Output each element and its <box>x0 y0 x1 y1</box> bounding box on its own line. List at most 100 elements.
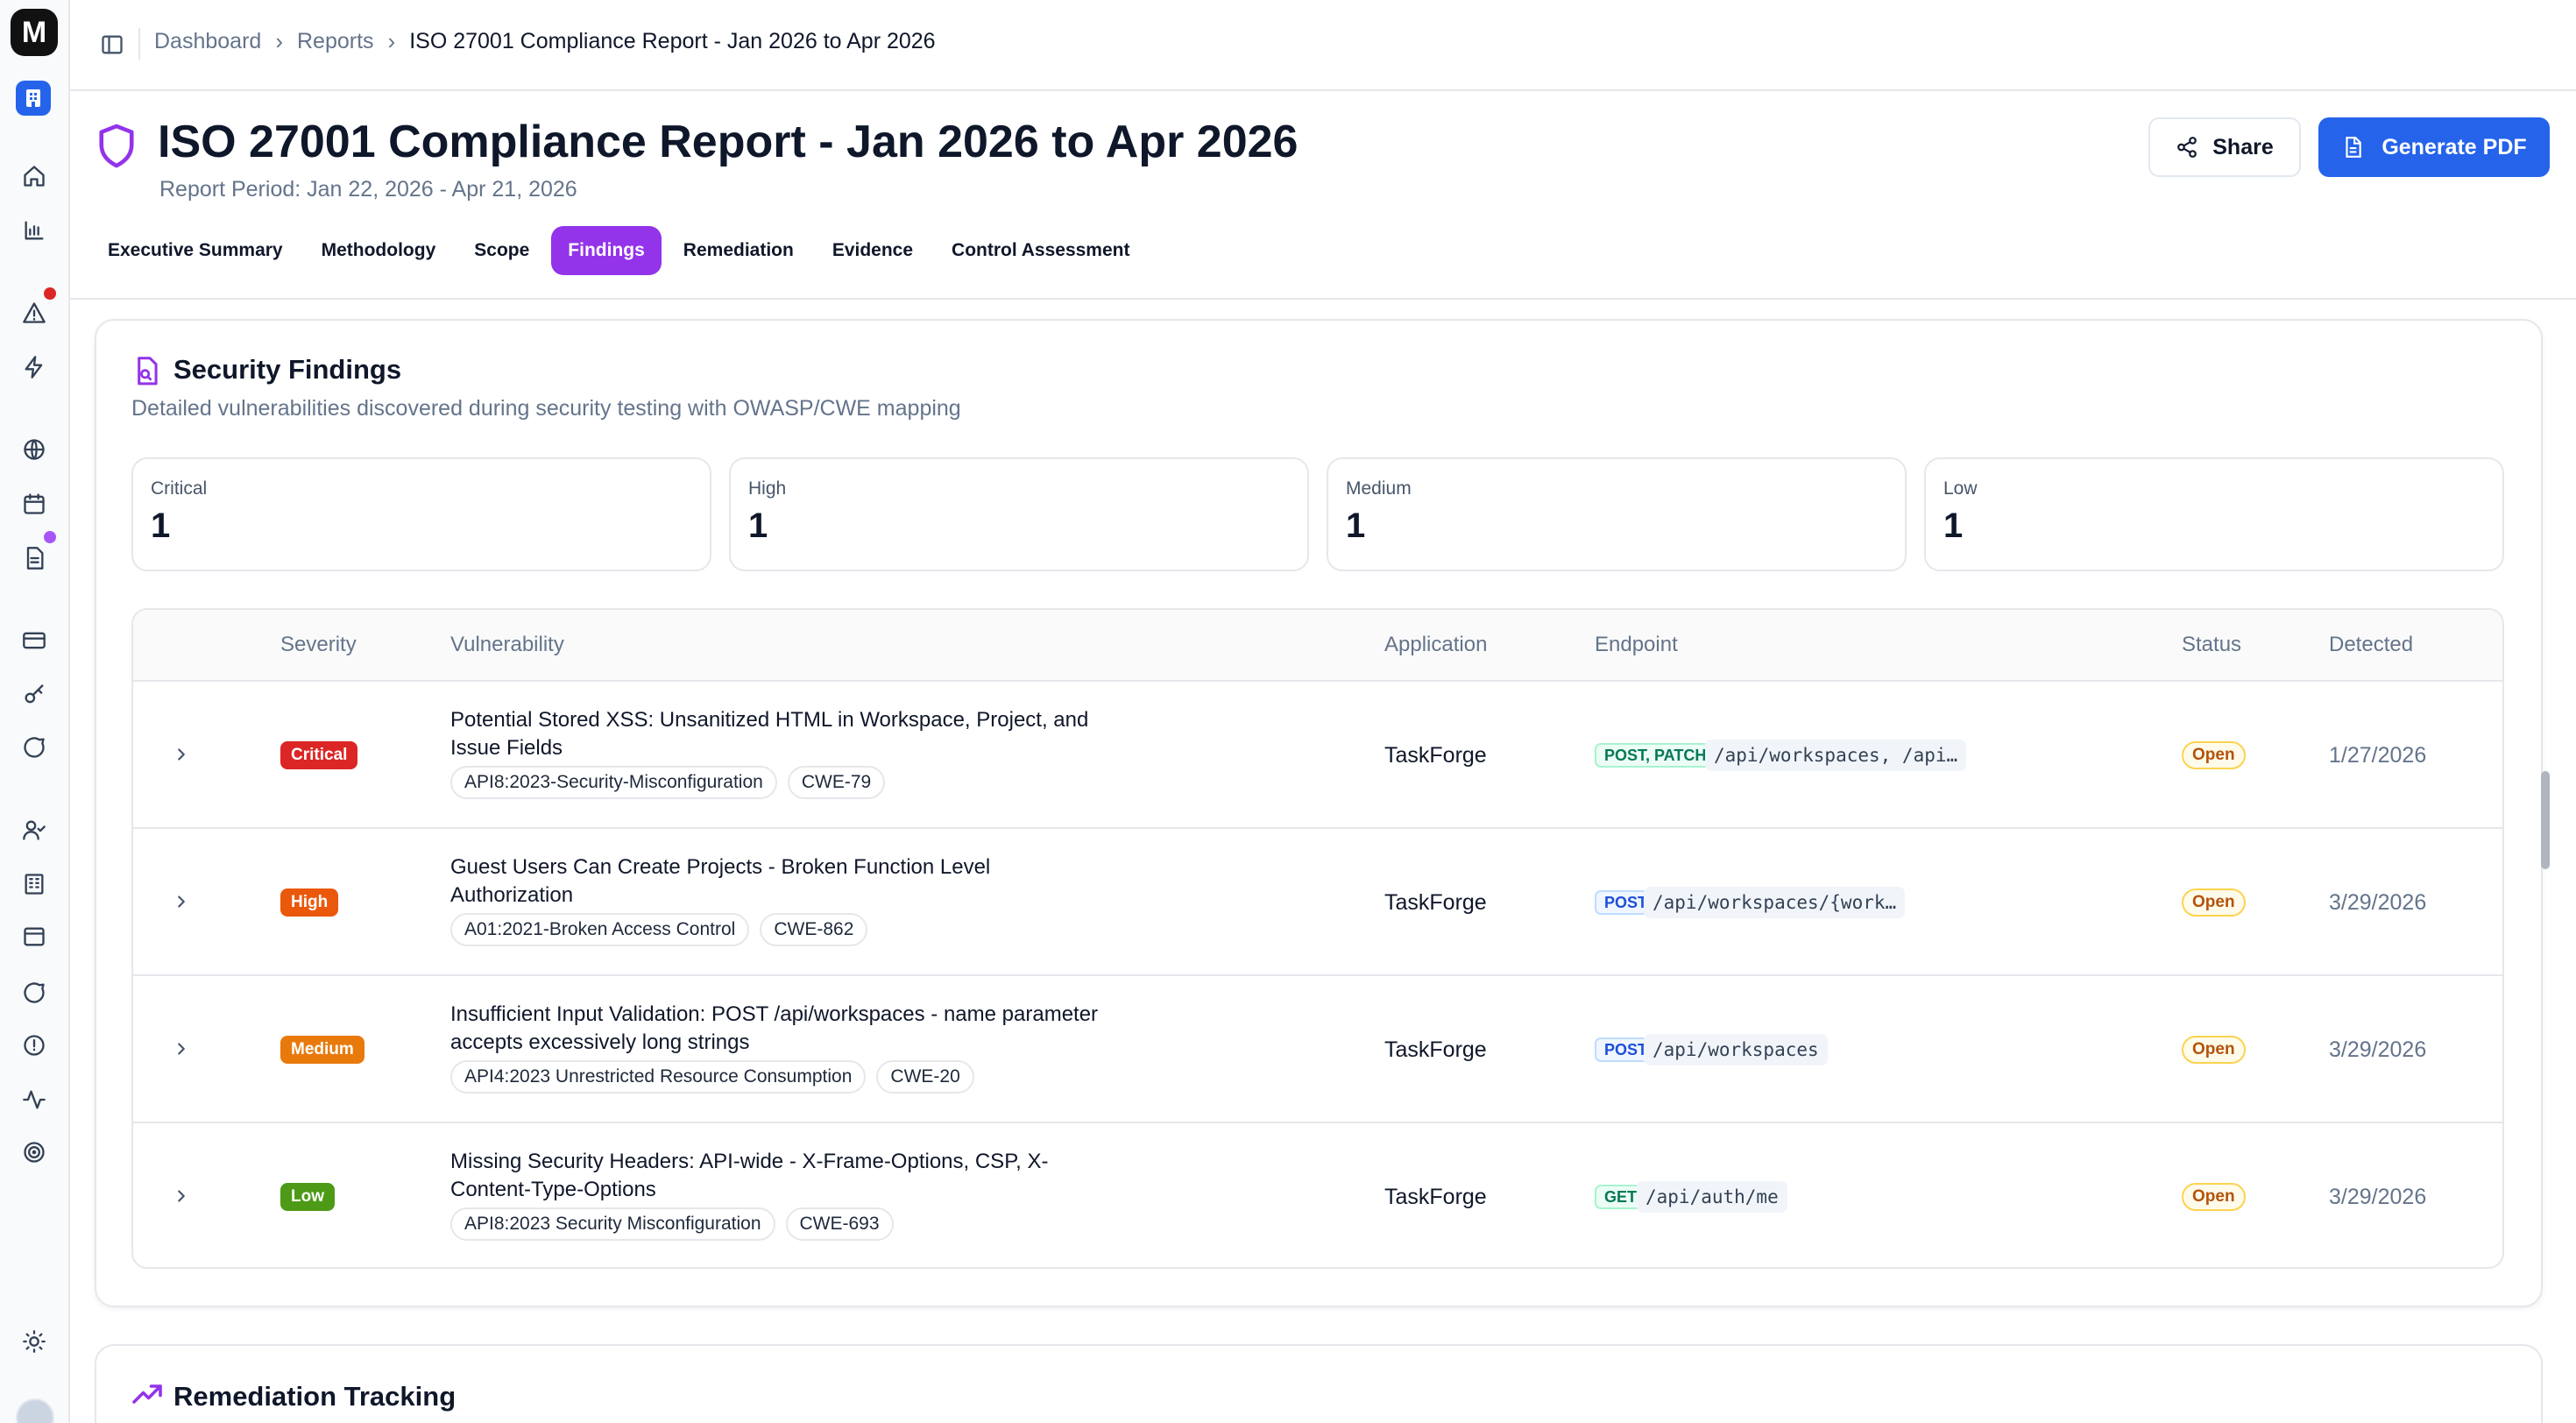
tab-remediation[interactable]: Remediation <box>667 226 810 275</box>
tab-findings[interactable]: Findings <box>551 226 662 275</box>
table-row[interactable]: Low Missing Security Headers: API-wide -… <box>133 1123 2502 1267</box>
tab-control-assessment[interactable]: Control Assessment <box>935 226 1146 275</box>
file-search-icon <box>138 357 158 386</box>
report-icon[interactable] <box>19 543 49 573</box>
share-button[interactable]: Share <box>2148 117 2301 177</box>
application-name: TaskForge <box>1384 743 1487 768</box>
report-period: Report Period: Jan 22, 2026 - Apr 21, 20… <box>159 177 577 202</box>
lightning-icon[interactable] <box>19 352 49 382</box>
building-icon[interactable] <box>19 869 49 899</box>
cwe-tag: CWE-20 <box>876 1060 974 1094</box>
owasp-tag: API8:2023-Security-Misconfiguration <box>450 766 777 799</box>
status-badge: Open <box>2182 1183 2246 1211</box>
user-check-icon[interactable] <box>19 815 49 845</box>
column-application[interactable]: Application <box>1384 633 1487 657</box>
owasp-tag: API4:2023 Unrestricted Resource Consumpt… <box>450 1060 867 1094</box>
browser-icon[interactable] <box>19 922 49 952</box>
target-icon[interactable] <box>19 1137 49 1167</box>
key-icon[interactable] <box>19 680 49 710</box>
table-row[interactable]: Medium Insufficient Input Validation: PO… <box>133 976 2502 1123</box>
status-badge: Open <box>2182 1036 2246 1064</box>
vulnerability-title: Insufficient Input Validation: POST /api… <box>450 1002 1099 1054</box>
security-findings-card: Security Findings Detailed vulnerabiliti… <box>95 319 2543 1307</box>
column-vulnerability[interactable]: Vulnerability <box>450 633 564 657</box>
column-detected[interactable]: Detected <box>2329 633 2413 657</box>
credit-card-icon[interactable] <box>19 626 49 655</box>
user-avatar[interactable] <box>16 1398 54 1423</box>
alert-badge-dot <box>44 287 56 300</box>
endpoint-path: /api/auth/me <box>1637 1181 1787 1213</box>
warning-circle-icon[interactable] <box>19 1030 49 1060</box>
remediation-title: Remediation Tracking <box>173 1381 456 1412</box>
findings-title: Security Findings <box>173 354 402 385</box>
table-row[interactable]: High Guest Users Can Create Projects - B… <box>133 829 2502 976</box>
stat-high: High 1 <box>729 457 1309 571</box>
expand-chevron-icon[interactable] <box>168 1183 195 1209</box>
tab-executive-summary[interactable]: Executive Summary <box>91 226 300 275</box>
severity-badge-critical: Critical <box>280 741 358 769</box>
app-logo[interactable]: M <box>11 9 58 56</box>
severity-badge-medium: Medium <box>280 1036 364 1064</box>
message-icon[interactable] <box>19 978 49 1008</box>
column-endpoint[interactable]: Endpoint <box>1595 633 1678 657</box>
calendar-icon[interactable] <box>19 489 49 519</box>
breadcrumb-dashboard[interactable]: Dashboard <box>154 29 261 54</box>
table-row[interactable]: Critical Potential Stored XSS: Unsanitiz… <box>133 682 2502 829</box>
detected-date: 3/29/2026 <box>2329 890 2427 915</box>
stat-critical: Critical 1 <box>131 457 711 571</box>
application-name: TaskForge <box>1384 1185 1487 1209</box>
vulnerability-tags: API4:2023 Unrestricted Resource Consumpt… <box>450 1060 974 1094</box>
column-severity[interactable]: Severity <box>280 633 357 657</box>
expand-chevron-icon[interactable] <box>168 1036 195 1062</box>
stat-value: 1 <box>151 506 171 545</box>
stat-label: Medium <box>1346 478 1412 499</box>
divider <box>70 298 2576 300</box>
table-header: Severity Vulnerability Application Endpo… <box>133 610 2502 682</box>
sidebar: M <box>0 0 70 1423</box>
report-tabs: Executive Summary Methodology Scope Find… <box>91 226 1146 275</box>
endpoint-path: /api/workspaces, /api… <box>1705 740 1967 771</box>
share-icon <box>2177 137 2197 158</box>
chevron-right-icon: › <box>387 28 396 54</box>
globe-icon[interactable] <box>19 435 49 464</box>
alert-icon[interactable] <box>19 298 49 328</box>
tab-methodology[interactable]: Methodology <box>305 226 453 275</box>
endpoint-path: /api/workspaces/{work… <box>1644 887 1906 918</box>
expand-chevron-icon[interactable] <box>168 741 195 768</box>
activity-icon[interactable] <box>19 1085 49 1115</box>
analytics-icon[interactable] <box>19 216 49 245</box>
vulnerability-tags: API8:2023 Security Misconfiguration CWE-… <box>450 1207 894 1241</box>
severity-badge-low: Low <box>280 1183 335 1211</box>
chat-icon[interactable] <box>19 733 49 762</box>
theme-toggle-icon[interactable] <box>19 1327 49 1356</box>
cwe-tag: CWE-79 <box>787 766 886 799</box>
endpoint-path: /api/workspaces <box>1644 1034 1828 1065</box>
http-method-badge: POST, PATCH <box>1595 743 1716 768</box>
application-name: TaskForge <box>1384 1037 1487 1062</box>
stat-label: Low <box>1943 478 1978 499</box>
stat-medium: Medium 1 <box>1327 457 1907 571</box>
column-status[interactable]: Status <box>2182 633 2241 657</box>
vulnerability-title: Guest Users Can Create Projects - Broken… <box>450 855 991 907</box>
expand-chevron-icon[interactable] <box>168 888 195 915</box>
detected-date: 3/29/2026 <box>2329 1185 2427 1209</box>
breadcrumb-reports[interactable]: Reports <box>297 29 374 54</box>
top-bar: Dashboard › Reports › ISO 27001 Complian… <box>70 0 2576 91</box>
owasp-tag: A01:2021-Broken Access Control <box>450 913 750 946</box>
sidebar-toggle-icon[interactable] <box>96 30 128 60</box>
shield-icon <box>99 124 134 168</box>
stat-low: Low 1 <box>1924 457 2504 571</box>
application-name: TaskForge <box>1384 890 1487 915</box>
vulnerability-title: Potential Stored XSS: Unsanitized HTML i… <box>450 708 1089 760</box>
page-scrollbar[interactable] <box>2541 771 2550 869</box>
detected-date: 3/29/2026 <box>2329 1037 2427 1062</box>
generate-pdf-button[interactable]: Generate PDF <box>2318 117 2550 177</box>
file-icon <box>2346 137 2362 158</box>
home-icon[interactable] <box>19 161 49 191</box>
stat-value: 1 <box>1943 506 1964 545</box>
page-title: ISO 27001 Compliance Report - Jan 2026 t… <box>158 117 1299 167</box>
tab-evidence[interactable]: Evidence <box>816 226 930 275</box>
share-label: Share <box>2212 134 2274 159</box>
organization-icon[interactable] <box>16 81 51 116</box>
tab-scope[interactable]: Scope <box>457 226 546 275</box>
